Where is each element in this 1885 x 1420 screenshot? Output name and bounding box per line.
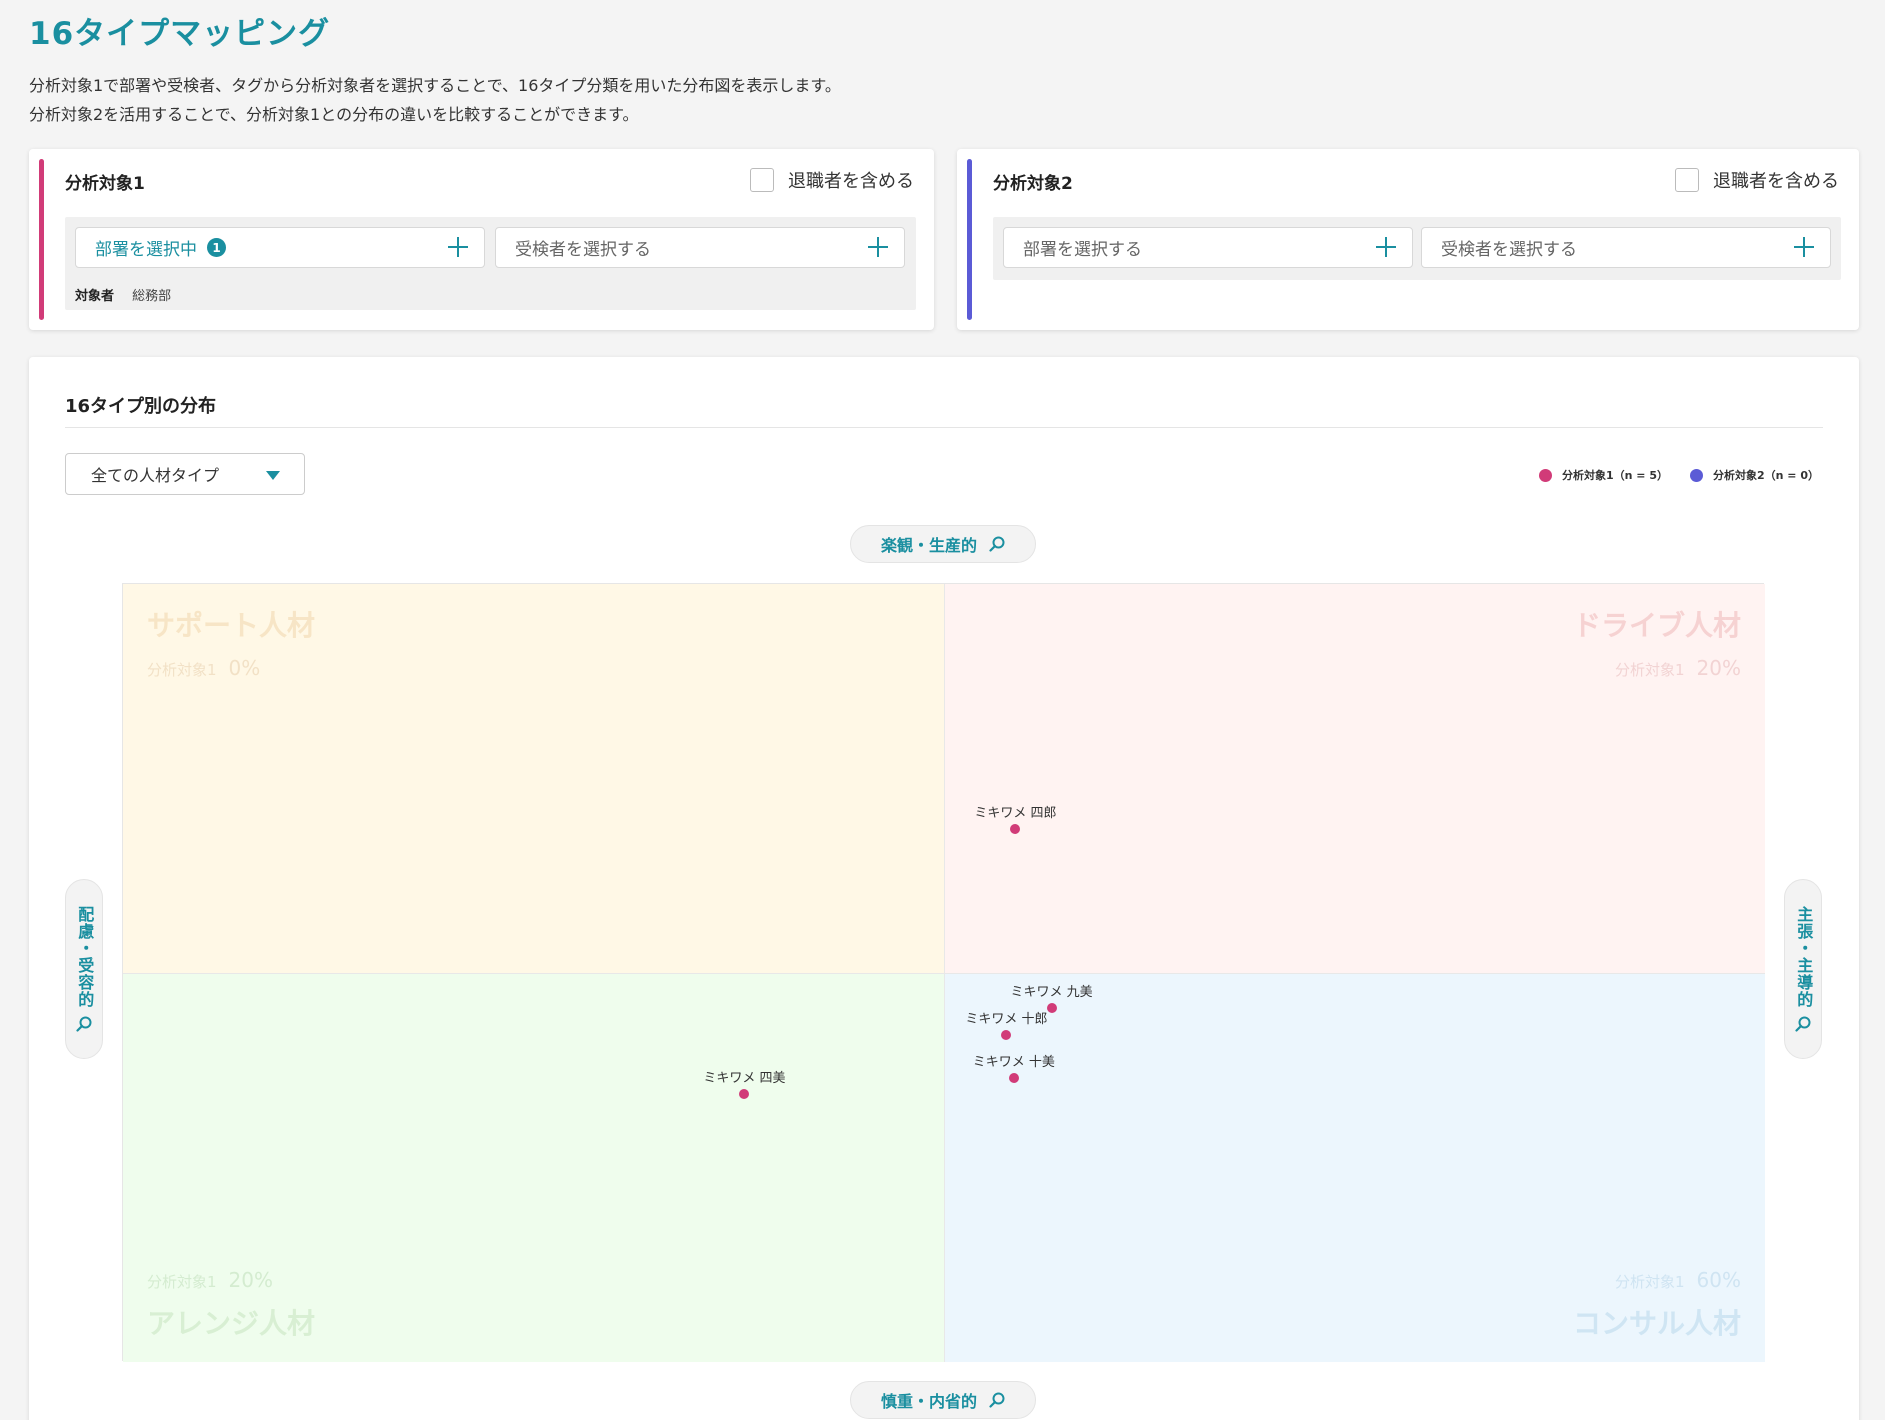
axis-top-button[interactable]: 楽観・生産的 xyxy=(850,525,1036,563)
target2-department-label: 部署を選択する xyxy=(1023,240,1142,260)
target1-department-count-badge: 1 xyxy=(207,238,226,257)
search-icon xyxy=(76,1016,92,1032)
axis-bottom-button[interactable]: 慎重・内省的 xyxy=(850,1381,1036,1419)
scatter-points-layer: ミキワメ 四郎ミキワメ 九美ミキワメ 十郎ミキワメ 十美ミキワメ 四美 xyxy=(123,584,1763,1360)
search-icon xyxy=(989,536,1005,552)
legend-dot-target2 xyxy=(1689,468,1703,482)
legend-dot-target1 xyxy=(1538,468,1552,482)
target1-target-summary: 対象者 総務部 xyxy=(75,285,171,304)
target1-title: 分析対象1 xyxy=(65,174,145,194)
page-description-line1: 分析対象1で部署や受検者、タグから分析対象者を選択することで、16タイプ分類を用… xyxy=(29,76,841,95)
target1-include-retired[interactable]: 退職者を含める xyxy=(750,167,914,193)
target2-examinee-label: 受検者を選択する xyxy=(1441,240,1577,260)
legend-item-target1: 分析対象1（n = 5） xyxy=(1538,467,1668,483)
target1-target-label: 対象者 xyxy=(75,289,115,304)
plus-icon xyxy=(1794,237,1814,257)
target2-include-retired-label: 退職者を含める xyxy=(1713,171,1839,192)
search-icon xyxy=(1795,1016,1811,1032)
axis-left-button[interactable]: 配慮・受容的 xyxy=(65,879,103,1059)
target2-title: 分析対象2 xyxy=(993,174,1073,194)
axis-right-button[interactable]: 主張・主導的 xyxy=(1784,879,1822,1059)
search-icon xyxy=(989,1392,1005,1408)
axis-left-label: 配慮・受容的 xyxy=(75,906,95,1008)
plus-icon xyxy=(1376,237,1396,257)
talent-type-select-value: 全ての人材タイプ xyxy=(91,466,220,485)
scatter-point-label: ミキワメ 四郎 xyxy=(974,806,1057,822)
target1-accent-bar xyxy=(39,159,44,320)
target1-select-area: 部署を選択中 1 受検者を選択する 対象者 総務部 xyxy=(65,217,916,310)
distribution-card: 16タイプ別の分布 全ての人材タイプ 分析対象1（n = 5） 分析対象2（n … xyxy=(29,357,1859,1420)
scatter-point-dot[interactable] xyxy=(1046,1003,1057,1013)
target1-department-label: 部署を選択中 xyxy=(95,240,197,260)
talent-type-select[interactable]: 全ての人材タイプ xyxy=(65,453,305,495)
page-title: 16タイプマッピング xyxy=(29,16,331,52)
target1-card: 分析対象1 退職者を含める 部署を選択中 1 受検者を選択する 対象者 総務部 xyxy=(29,149,934,330)
scatter-point-dot[interactable] xyxy=(739,1088,750,1099)
axis-top-label: 楽観・生産的 xyxy=(880,536,977,555)
divider xyxy=(65,427,1823,428)
quadrant-chart: サポート人材 分析対象1 0% ドライブ人材 分析対象1 20% 分析対象1 2… xyxy=(122,583,1765,1362)
axis-bottom-label: 慎重・内省的 xyxy=(880,1392,977,1411)
plus-icon xyxy=(868,237,888,257)
target1-include-retired-label: 退職者を含める xyxy=(788,171,914,192)
legend-item-target2: 分析対象2（n = 0） xyxy=(1689,467,1819,483)
target2-accent-bar xyxy=(967,159,972,320)
target1-examinee-button[interactable]: 受検者を選択する xyxy=(495,227,905,268)
scatter-point-label: ミキワメ 九美 xyxy=(1010,985,1093,1000)
distribution-title: 16タイプ別の分布 xyxy=(65,396,217,417)
target1-include-retired-checkbox[interactable] xyxy=(750,168,774,192)
scatter-point-dot[interactable] xyxy=(1010,824,1021,835)
target2-examinee-button[interactable]: 受検者を選択する xyxy=(1421,227,1831,268)
caret-down-icon xyxy=(266,471,280,480)
target2-card: 分析対象2 退職者を含める 部署を選択する 受検者を選択する xyxy=(957,149,1859,330)
plus-icon xyxy=(448,237,468,257)
target2-include-retired-checkbox[interactable] xyxy=(1675,168,1699,192)
chart-legend: 分析対象1（n = 5） 分析対象2（n = 0） xyxy=(1517,467,1819,483)
target1-department-button[interactable]: 部署を選択中 1 xyxy=(75,227,485,268)
scatter-point-label: ミキワメ 四美 xyxy=(703,1070,786,1086)
scatter-point-dot[interactable] xyxy=(1008,1073,1019,1084)
scatter-point-label: ミキワメ 十郎 xyxy=(965,1012,1048,1028)
target2-department-button[interactable]: 部署を選択する xyxy=(1003,227,1413,268)
page-description-line2: 分析対象2を活用することで、分析対象1との分布の違いを比較することができます。 xyxy=(29,105,639,124)
axis-right-label: 主張・主導的 xyxy=(1794,906,1814,1008)
legend-label-target2: 分析対象2（n = 0） xyxy=(1712,469,1819,482)
legend-label-target1: 分析対象1（n = 5） xyxy=(1561,469,1668,482)
target2-include-retired[interactable]: 退職者を含める xyxy=(1675,167,1839,193)
target1-target-value: 総務部 xyxy=(132,289,172,304)
target2-select-area: 部署を選択する 受検者を選択する xyxy=(993,217,1841,280)
target1-examinee-label: 受検者を選択する xyxy=(515,240,651,260)
scatter-point-label: ミキワメ 十美 xyxy=(972,1055,1055,1071)
scatter-point-dot[interactable] xyxy=(1001,1030,1012,1041)
